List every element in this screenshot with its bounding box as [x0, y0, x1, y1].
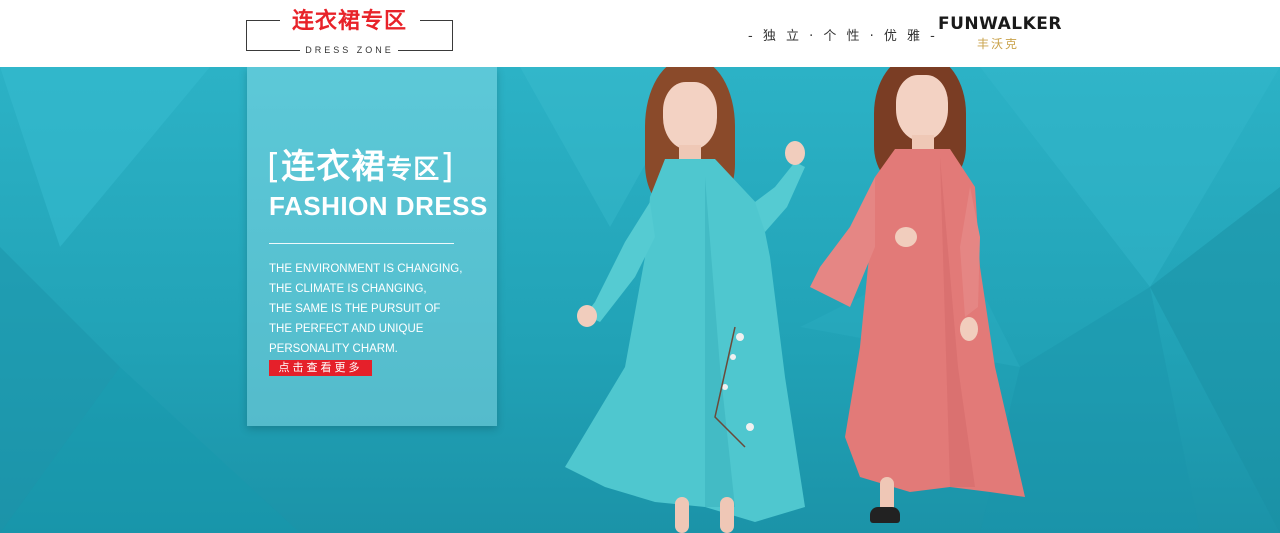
model-coral-dress[interactable] [800, 67, 1040, 533]
info-panel: [连衣裙专区] FASHION DRESS THE ENVIRONMENT IS… [247, 67, 497, 426]
title-main: 连衣裙 [281, 147, 387, 187]
zone-subtitle: DRESS ZONE [305, 45, 394, 55]
description-line: THE SAME IS THE PURSUIT OF [269, 303, 441, 315]
coral-dress [810, 149, 1025, 497]
model-teal-dress[interactable] [555, 67, 815, 533]
view-more-button[interactable]: 点击查看更多 [269, 360, 372, 376]
description-line: THE PERFECT AND UNIQUE [269, 323, 424, 335]
hero-banner[interactable]: [连衣裙专区] FASHION DRESS THE ENVIRONMENT IS… [0, 67, 1280, 533]
title-bracket-open: [ [267, 147, 282, 187]
model-hand [895, 227, 917, 247]
panel-description: THE ENVIRONMENT IS CHANGING, THE CLIMATE… [269, 259, 489, 359]
description-line: PERSONALITY CHARM. [269, 343, 398, 355]
top-header: 连衣裙专区 DRESS ZONE - 独 立 · 个 性 · 优 雅 - FUN… [0, 0, 1280, 67]
brand-chinese-name: 丰沃克 [977, 37, 1020, 51]
panel-title: [连衣裙专区] [267, 139, 455, 188]
model-hand [960, 317, 978, 341]
model-leg [675, 497, 689, 533]
teal-dress [565, 159, 805, 522]
title-bracket-close: ] [440, 147, 455, 187]
model-leg [720, 497, 734, 533]
panel-divider [269, 243, 454, 244]
model-hand [577, 305, 597, 327]
description-line: THE ENVIRONMENT IS CHANGING, [269, 263, 463, 275]
brand-logo[interactable]: FUNWALKER [938, 14, 1062, 34]
brand-slogan: - 独 立 · 个 性 · 优 雅 - [748, 29, 938, 44]
title-small: 专区 [386, 155, 441, 185]
model-shoe [870, 507, 900, 523]
description-line: THE CLIMATE IS CHANGING, [269, 283, 427, 295]
zone-title: 连衣裙专区 [291, 9, 407, 34]
panel-title-en: FASHION DRESS [269, 191, 488, 221]
